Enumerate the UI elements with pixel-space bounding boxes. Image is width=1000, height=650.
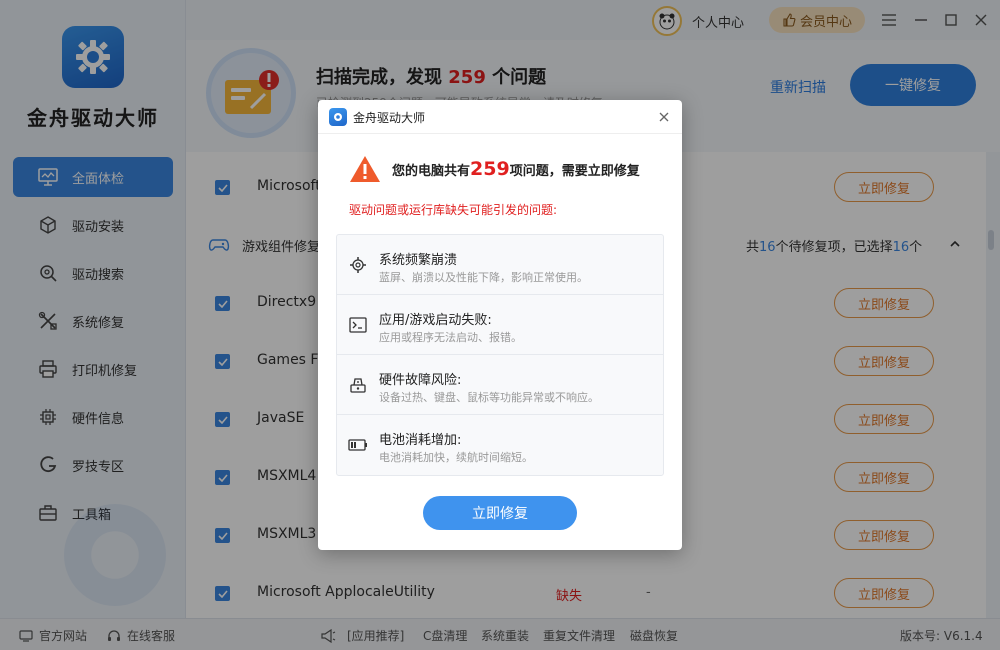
issue-title: 电池消耗增加: [379,433,462,448]
close-icon [659,112,669,122]
dialog-close-button[interactable] [656,109,672,125]
issue-desc: 电池消耗加快，续航时间缩短。 [379,451,533,464]
terminal-icon [348,315,368,335]
issue-title: 系统频繁崩溃 [379,253,458,268]
warning-triangle-icon [350,156,380,182]
list-item: 系统频繁崩溃 蓝屏、崩溃以及性能下降，影响正常使用。 [337,235,663,295]
hardware-icon [348,375,368,395]
dialog-title-bar: 金舟驱动大师 [318,100,682,134]
issue-desc: 应用或程序无法启动、报错。 [379,331,522,344]
dialog-title: 金舟驱动大师 [353,111,426,125]
issue-title: 应用/游戏启动失败: [379,313,492,328]
warning-line: 您的电脑共有259项问题，需要立即修复 [348,152,640,186]
list-item: 应用/游戏启动失败: 应用或程序无法启动、报错。 [337,295,663,355]
dialog-subtitle: 驱动问题或运行库缺失可能引发的问题: [349,203,558,217]
dialog-logo-icon [329,108,347,126]
gear-icon [348,255,368,275]
issue-title: 硬件故障风险: [379,373,462,388]
repair-now-button[interactable]: 立即修复 [423,496,577,530]
repair-dialog: 金舟驱动大师 您的电脑共有259项问题，需要立即修复 驱动问题或运行库缺失可能引… [318,100,682,550]
battery-icon [348,435,368,455]
warning-text: 您的电脑共有259项问题，需要立即修复 [392,158,640,180]
issue-desc: 蓝屏、崩溃以及性能下降，影响正常使用。 [379,271,588,284]
warning-count: 259 [470,158,510,180]
issue-desc: 设备过热、键盘、鼠标等功能异常或不响应。 [379,391,599,404]
list-item: 电池消耗增加: 电池消耗加快，续航时间缩短。 [337,415,663,475]
list-item: 硬件故障风险: 设备过热、键盘、鼠标等功能异常或不响应。 [337,355,663,415]
issue-box: 系统频繁崩溃 蓝屏、崩溃以及性能下降，影响正常使用。 应用/游戏启动失败: 应用… [336,234,664,476]
